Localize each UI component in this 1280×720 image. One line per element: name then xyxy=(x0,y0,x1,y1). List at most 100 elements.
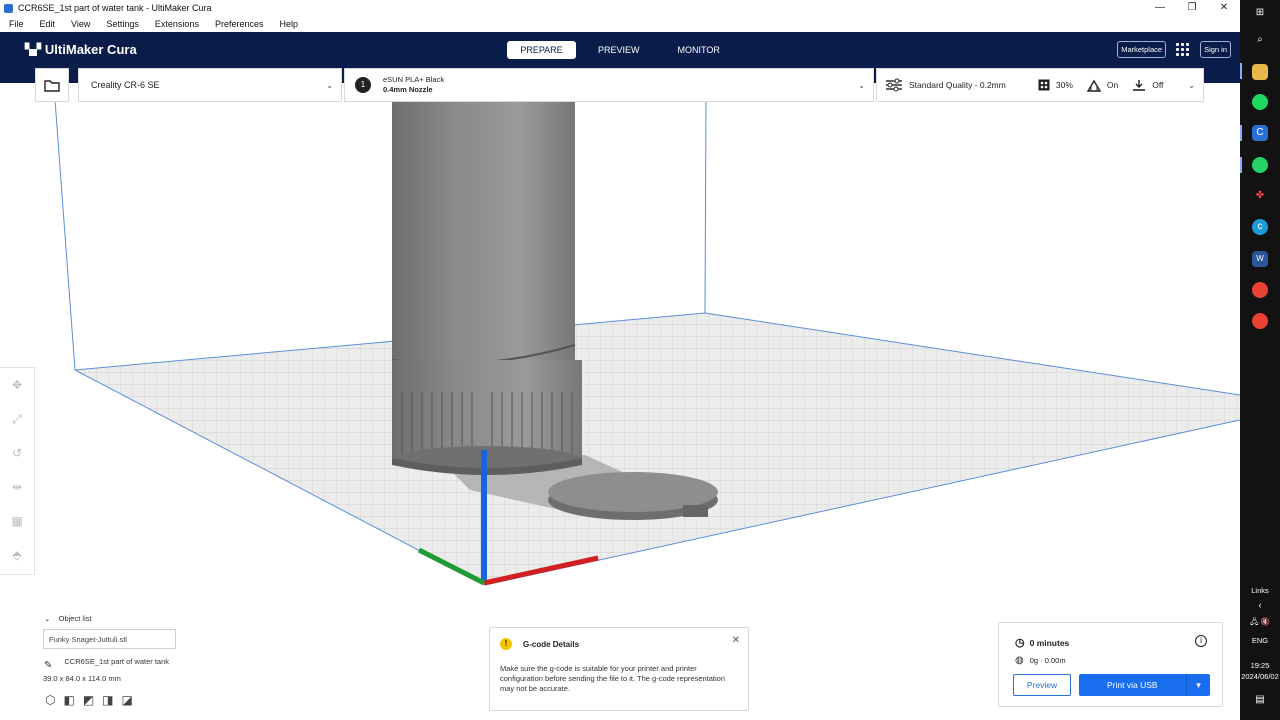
extruder-icon: 1 xyxy=(355,77,371,93)
taskbar-active-indicator xyxy=(1240,63,1242,79)
preview-button[interactable]: Preview xyxy=(1013,674,1071,696)
mirror-tool-icon[interactable]: ⇹ xyxy=(0,470,34,504)
print-via-usb-button[interactable]: Print via USB ▾ xyxy=(1079,674,1210,696)
pencil-icon[interactable]: ✎ xyxy=(44,660,52,671)
canva-icon[interactable]: c xyxy=(1252,219,1268,235)
game-icon[interactable]: ✤ xyxy=(1252,188,1268,204)
apps-grid-icon[interactable] xyxy=(1176,42,1190,57)
adhesion-value: Off xyxy=(1152,80,1164,90)
support-value: On xyxy=(1106,80,1119,90)
window-titlebar: CCR6SE_1st part of water tank - UltiMake… xyxy=(0,0,1240,16)
quality-profile: Standard Quality - 0.2mm xyxy=(909,80,1006,90)
chevron-left-icon[interactable]: ‹ xyxy=(1240,600,1280,610)
camera-view-buttons: ⬡ ◧ ◩ ◨ ◪ xyxy=(45,693,240,707)
tool-panel: ✥ ⤢ ↺ ⇹ ▦ ⬘ xyxy=(0,367,35,575)
windows-taskbar: ⊞ ⌕ C ✤ c W Links ‹ 🖧 🔇 ENG 19:25 2024/0… xyxy=(1240,0,1280,720)
chevron-down-icon: ⌄ xyxy=(1188,81,1195,90)
file-explorer-icon[interactable] xyxy=(1252,64,1268,80)
minimize-button[interactable]: — xyxy=(1144,0,1176,16)
menu-file[interactable]: File xyxy=(9,19,24,29)
object-list-header[interactable]: Object list xyxy=(59,614,92,623)
info-icon[interactable]: i xyxy=(1195,635,1207,647)
close-icon[interactable]: ✕ xyxy=(732,635,740,646)
tab-monitor[interactable]: MONITOR xyxy=(662,41,736,59)
printer-selector[interactable]: Creality CR-6 SE ⌄ xyxy=(78,68,342,102)
adhesion-icon xyxy=(1133,79,1146,91)
material-usage: 0g · 0.00m xyxy=(1029,656,1066,665)
spool-icon: ◍ xyxy=(1015,655,1024,666)
whatsapp-icon[interactable] xyxy=(1252,157,1268,173)
logo-text: UltiMaker Cura xyxy=(44,42,137,57)
print-button-label: Print via USB xyxy=(1107,680,1158,690)
infill-value: 30% xyxy=(1055,80,1073,90)
menu-edit[interactable]: Edit xyxy=(40,19,56,29)
print-panel: ◷ 0 minutes i ◍ 0g · 0.00m Preview Print… xyxy=(998,622,1223,707)
links-label[interactable]: Links xyxy=(1240,586,1280,595)
folder-icon xyxy=(44,79,60,92)
taskbar-active-indicator xyxy=(1240,157,1242,173)
open-file-button[interactable] xyxy=(35,68,69,102)
scale-tool-icon[interactable]: ⤢ xyxy=(0,402,34,436)
tab-preview[interactable]: PREVIEW xyxy=(582,41,656,59)
window-title: CCR6SE_1st part of water tank - UltiMake… xyxy=(18,3,212,13)
chevron-down-icon: ⌄ xyxy=(858,81,865,90)
view-left-icon[interactable]: ◨ xyxy=(102,693,113,707)
chrome-icon[interactable] xyxy=(1252,313,1268,329)
spotify-icon[interactable] xyxy=(1252,94,1268,110)
object-dimensions: 39.0 x 84.0 x 114.0 mm xyxy=(43,674,121,683)
warning-icon: ! xyxy=(500,638,512,650)
gcode-details-popup: ! G-code Details Make sure the g-code is… xyxy=(489,627,749,711)
cura-app-icon xyxy=(4,3,13,13)
move-tool-icon[interactable]: ✥ xyxy=(0,368,34,402)
word-icon[interactable]: W xyxy=(1252,251,1268,267)
menu-settings[interactable]: Settings xyxy=(106,19,139,29)
view-right-icon[interactable]: ◪ xyxy=(122,693,133,707)
printer-name: Creality CR-6 SE xyxy=(91,80,160,90)
stage-tabs: PREPARE PREVIEW MONITOR xyxy=(507,41,742,59)
language-indicator[interactable]: ENG xyxy=(1240,636,1280,645)
material-selector[interactable]: 1 eSUN PLA+ Black 0.4mm Nozzle ⌄ xyxy=(344,68,874,102)
marketplace-button[interactable]: Marketplace xyxy=(1117,41,1167,58)
view-top-icon[interactable]: ◩ xyxy=(83,693,94,707)
ultimaker-logo-icon: ▚▞ xyxy=(25,44,41,56)
network-volume-icon[interactable]: 🖧 🔇 xyxy=(1240,616,1280,629)
chevron-down-icon: ⌄ xyxy=(326,81,333,90)
clock-icon: ◷ xyxy=(1015,637,1025,649)
taskbar-active-indicator xyxy=(1240,125,1242,141)
menu-help[interactable]: Help xyxy=(279,19,298,29)
per-model-settings-icon[interactable]: ▦ xyxy=(0,504,34,538)
support-icon xyxy=(1086,79,1101,92)
windows-icon[interactable]: ⊞ xyxy=(1252,5,1268,21)
support-blocker-icon[interactable]: ⬘ xyxy=(0,538,34,572)
view-front-icon[interactable]: ◧ xyxy=(63,693,74,707)
search-icon[interactable]: ⌕ xyxy=(1252,32,1268,48)
project-name[interactable]: CCR6SE_1st part of water tank xyxy=(64,657,169,666)
clock-date[interactable]: 2024/06/02 xyxy=(1240,672,1280,681)
restore-button[interactable]: ❐ xyxy=(1176,0,1208,16)
chrome-icon[interactable] xyxy=(1252,282,1268,298)
sliders-icon xyxy=(886,78,902,92)
menu-preferences[interactable]: Preferences xyxy=(215,19,264,29)
notifications-icon[interactable]: ▤ xyxy=(1240,694,1280,705)
menu-bar: File Edit View Settings Extensions Prefe… xyxy=(0,16,1240,32)
sign-in-button[interactable]: Sign in xyxy=(1200,41,1231,58)
object-list-panel: ⌄ Object list Funky Snaget-Juttuli.stl ✎… xyxy=(40,614,240,707)
gcode-title: G-code Details xyxy=(523,639,580,649)
rotate-tool-icon[interactable]: ↺ xyxy=(0,436,34,470)
print-time: 0 minutes xyxy=(1029,637,1070,648)
chevron-down-icon[interactable]: ▾ xyxy=(1186,674,1210,696)
menu-extensions[interactable]: Extensions xyxy=(155,19,199,29)
chevron-down-icon[interactable]: ⌄ xyxy=(44,614,50,623)
app-logo: ▚▞ UltiMaker Cura xyxy=(25,42,137,57)
material-name: eSUN PLA+ Black xyxy=(383,75,445,84)
menu-view[interactable]: View xyxy=(71,19,90,29)
object-list-item[interactable]: Funky Snaget-Juttuli.stl xyxy=(43,629,176,649)
infill-icon xyxy=(1038,79,1050,91)
clock-time[interactable]: 19:25 xyxy=(1240,661,1280,670)
cura-icon[interactable]: C xyxy=(1252,125,1268,141)
tab-prepare[interactable]: PREPARE xyxy=(507,41,576,59)
view-3d-icon[interactable]: ⬡ xyxy=(45,693,55,707)
close-button[interactable]: ✕ xyxy=(1208,0,1240,16)
print-settings-selector[interactable]: Standard Quality - 0.2mm 30% On Off ⌄ xyxy=(876,68,1204,102)
gcode-message: Make sure the g-code is suitable for you… xyxy=(500,664,726,693)
